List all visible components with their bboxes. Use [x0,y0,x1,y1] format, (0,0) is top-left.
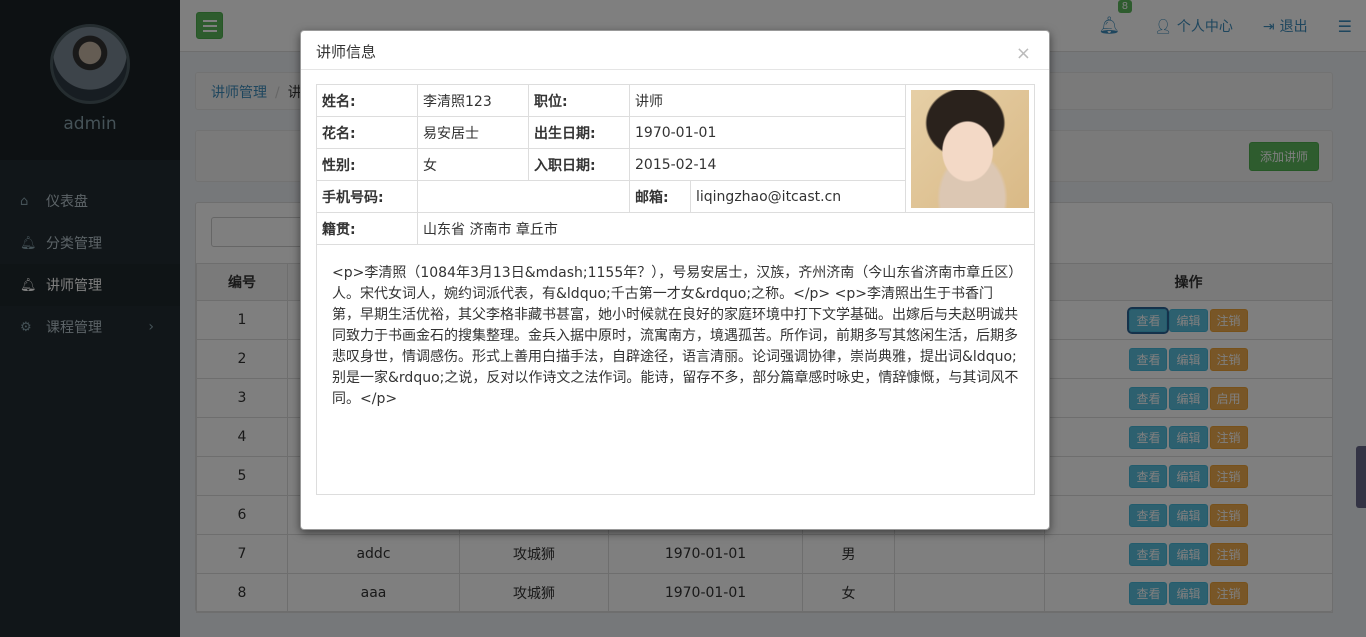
name-label: 姓名: [316,84,418,117]
gender-value: 女 [417,148,529,181]
position-value: 讲师 [629,84,906,117]
alias-label: 花名: [316,116,418,149]
teacher-info-table: 姓名: 李清照123 职位: 讲师 花名: 易安居士 出生日期: 1970-01… [316,84,1035,245]
teacher-description: <p>李清照（1084年3月13日&mdash;1155年？），号易安居士，汉族… [316,243,1035,495]
origin-label: 籍贯: [316,212,418,245]
join-date-value: 2015-02-14 [629,148,906,181]
phone-label: 手机号码: [316,180,418,213]
birth-label: 出生日期: [528,116,630,149]
birth-value: 1970-01-01 [629,116,906,149]
gender-label: 性别: [316,148,418,181]
photo-cell [905,84,1035,213]
teacher-photo [911,89,1029,208]
close-icon[interactable]: × [1016,43,1031,64]
side-widget[interactable] [1356,446,1366,508]
alias-value: 易安居士 [417,116,529,149]
phone-value [417,180,630,213]
email-label: 邮箱: [629,180,691,213]
email-value: liqingzhao@itcast.cn [690,180,906,213]
teacher-info-modal: 讲师信息 × 姓名: 李清照123 职位: 讲师 花名: 易安居士 出生日期: … [300,30,1050,530]
origin-value: 山东省 济南市 章丘市 [417,212,1035,245]
modal-title: 讲师信息 [316,43,377,61]
modal-header: 讲师信息 [301,31,1049,70]
name-value: 李清照123 [417,84,529,117]
join-date-label: 入职日期: [528,148,630,181]
position-label: 职位: [528,84,630,117]
